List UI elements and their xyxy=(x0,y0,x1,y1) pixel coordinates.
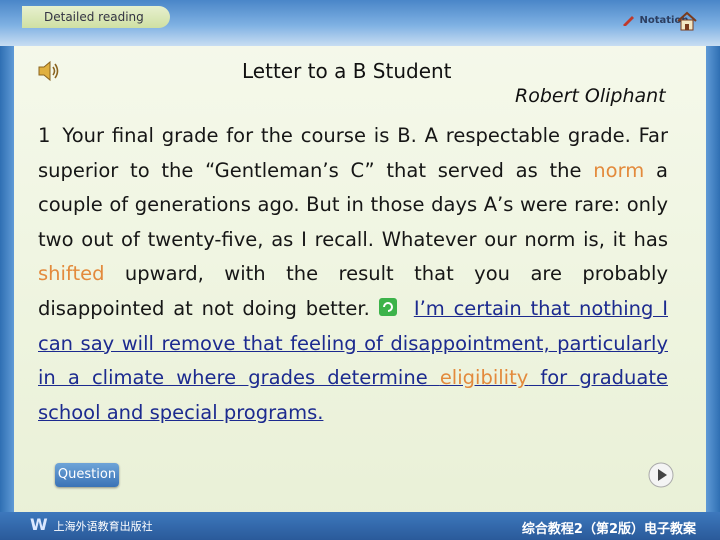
top-bar: Detailed reading Notation xyxy=(0,0,720,46)
question-button[interactable]: Question xyxy=(55,463,119,487)
course-title: 综合教程2（第2版）电子教案 xyxy=(521,522,696,537)
section-tab[interactable]: Detailed reading xyxy=(22,6,170,28)
vocab-eligibility[interactable]: eligibility xyxy=(440,366,528,389)
note-icon[interactable] xyxy=(378,297,398,317)
speaker-icon[interactable] xyxy=(36,58,60,84)
paragraph-number: 1 xyxy=(38,124,51,147)
author: Robert Oliphant xyxy=(515,85,666,107)
pen-icon xyxy=(623,16,634,26)
frame-left xyxy=(0,0,14,540)
frame-right xyxy=(706,0,720,540)
slide: Detailed reading Notation Letter to a B … xyxy=(0,0,720,540)
publisher-name: 上海外语教育出版社 xyxy=(53,520,153,533)
publisher-logo: W 上海外语教育出版社 xyxy=(30,515,153,534)
vocab-shifted[interactable]: shifted xyxy=(38,262,104,285)
publisher-mark-icon: W xyxy=(30,515,48,534)
home-icon[interactable] xyxy=(676,10,698,32)
vocab-norm[interactable]: norm xyxy=(593,159,644,182)
play-icon[interactable] xyxy=(648,462,674,488)
paragraph-text: 1 Your final grade for the course is B. A… xyxy=(38,119,668,430)
page-title: Letter to a B Student xyxy=(242,59,452,83)
paragraph-part1: Your final grade for the course is B. A … xyxy=(38,124,668,182)
